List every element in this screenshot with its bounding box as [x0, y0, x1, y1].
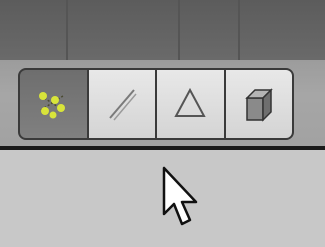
occlude-geometry-cube-icon — [244, 88, 273, 122]
vertex-select-icon — [39, 92, 66, 119]
selection-mode-group — [18, 68, 294, 140]
occlude-geometry-button[interactable] — [225, 70, 292, 138]
grid-line — [66, 0, 68, 60]
edge-select-icon — [108, 89, 137, 121]
viewport-stage — [0, 0, 325, 247]
grid-line — [238, 0, 240, 60]
face-select-icon — [174, 87, 206, 117]
face-select-button[interactable] — [157, 70, 224, 138]
grid-line — [178, 0, 180, 60]
edge-select-button[interactable] — [88, 70, 155, 138]
mouse-cursor-icon — [162, 166, 198, 226]
vertex-select-button[interactable] — [20, 70, 87, 138]
viewport-area[interactable] — [0, 0, 325, 60]
